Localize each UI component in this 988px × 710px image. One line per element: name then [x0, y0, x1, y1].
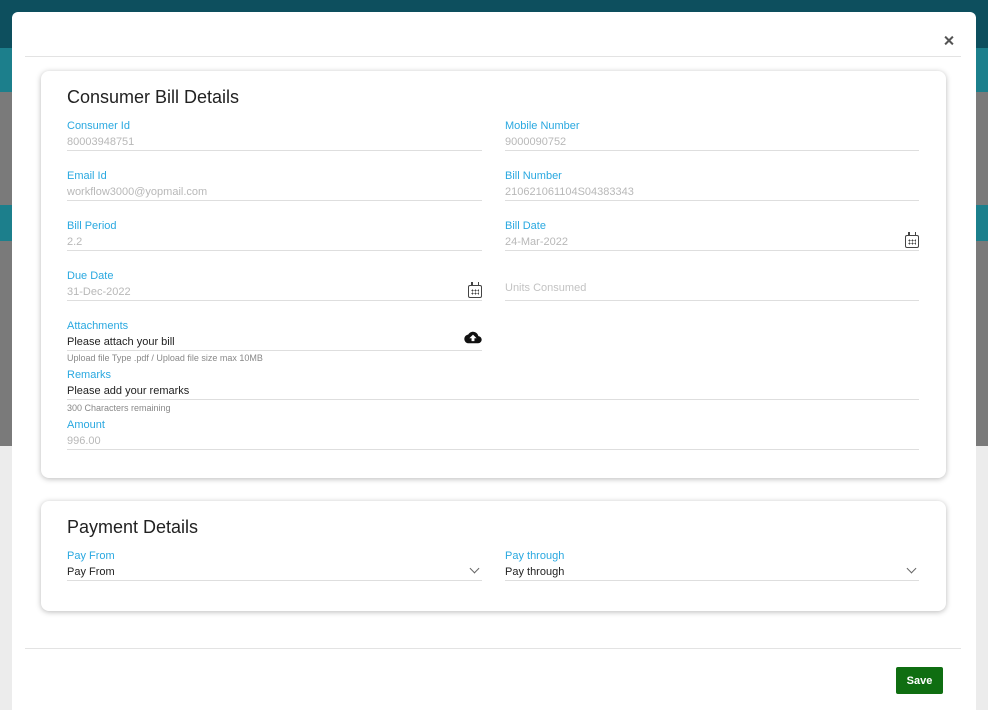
bill-number-value: 210621061104S04383343 [505, 186, 634, 198]
field-underline [505, 250, 919, 251]
pay-through-select[interactable]: Pay through Pay through [505, 549, 919, 581]
email-field[interactable]: Email Id workflow3000@yopmail.com [67, 169, 482, 201]
bill-number-field[interactable]: Bill Number 210621061104S04383343 [505, 169, 919, 201]
consumer-id-label: Consumer Id [67, 120, 130, 132]
remarks-char-count: 300 Characters remaining [67, 403, 171, 413]
modal-footer-divider [25, 648, 961, 649]
calendar-icon[interactable] [468, 282, 482, 298]
due-date-value: 31-Dec-2022 [67, 286, 131, 298]
card-title-payment: Payment Details [67, 517, 199, 537]
modal-header [25, 12, 961, 57]
field-underline [67, 580, 482, 581]
pay-from-label: Pay From [67, 550, 115, 562]
bill-number-label: Bill Number [505, 170, 562, 182]
payment-details-card: Payment Details Pay From Pay From Pay th… [41, 501, 946, 611]
field-underline [67, 200, 482, 201]
field-underline [67, 150, 482, 151]
field-underline [505, 150, 919, 151]
pay-through-value: Pay through [505, 566, 565, 578]
field-underline [67, 300, 482, 301]
remarks-value: Please add your remarks [67, 385, 190, 397]
pay-from-value: Pay From [67, 566, 115, 578]
consumer-id-field[interactable]: Consumer Id 80003948751 [67, 119, 482, 151]
remarks-field[interactable]: Remarks Please add your remarks 300 Char… [67, 368, 919, 416]
units-consumed-field[interactable]: Units Consumed [505, 269, 919, 301]
remarks-label: Remarks [67, 369, 112, 381]
bill-date-field[interactable]: Bill Date 24-Mar-2022 [505, 219, 919, 251]
close-icon[interactable] [942, 34, 956, 48]
field-underline [67, 449, 919, 450]
pay-through-label: Pay through [505, 550, 565, 562]
bill-date-value: 24-Mar-2022 [505, 236, 568, 248]
attachments-label: Attachments [67, 320, 129, 332]
pay-from-select[interactable]: Pay From Pay From [67, 549, 482, 581]
cloud-upload-icon[interactable] [464, 331, 482, 344]
field-underline [67, 399, 919, 400]
calendar-icon[interactable] [905, 232, 919, 248]
amount-value: 996.00 [67, 435, 101, 447]
attachments-value: Please attach your bill [67, 336, 175, 348]
bill-period-label: Bill Period [67, 220, 117, 232]
consumer-bill-card: Consumer Bill Details Consumer Id 800039… [41, 71, 946, 478]
field-underline [505, 200, 919, 201]
units-consumed-placeholder: Units Consumed [505, 282, 587, 294]
email-label: Email Id [67, 170, 107, 182]
amount-field[interactable]: Amount 996.00 [67, 418, 919, 450]
due-date-label: Due Date [67, 270, 114, 282]
bill-period-field[interactable]: Bill Period 2.2 [67, 219, 482, 251]
bill-date-label: Bill Date [505, 220, 546, 232]
due-date-field[interactable]: Due Date 31-Dec-2022 [67, 269, 482, 301]
bill-modal: Consumer Bill Details Consumer Id 800039… [12, 12, 976, 710]
attachments-hint: Upload file Type .pdf / Upload file size… [67, 353, 263, 363]
consumer-id-value: 80003948751 [67, 136, 135, 148]
mobile-number-field[interactable]: Mobile Number 9000090752 [505, 119, 919, 151]
field-underline [67, 250, 482, 251]
mobile-number-value: 9000090752 [505, 136, 567, 148]
attachments-field[interactable]: Attachments Please attach your bill Uplo… [67, 319, 482, 367]
email-value: workflow3000@yopmail.com [67, 186, 208, 198]
field-underline [505, 300, 919, 301]
card-title-bill: Consumer Bill Details [67, 87, 240, 107]
field-underline [505, 580, 919, 581]
bill-period-value: 2.2 [67, 236, 83, 248]
save-button[interactable]: Save [896, 667, 943, 694]
field-underline [67, 350, 482, 351]
amount-label: Amount [67, 419, 105, 431]
mobile-number-label: Mobile Number [505, 120, 580, 132]
